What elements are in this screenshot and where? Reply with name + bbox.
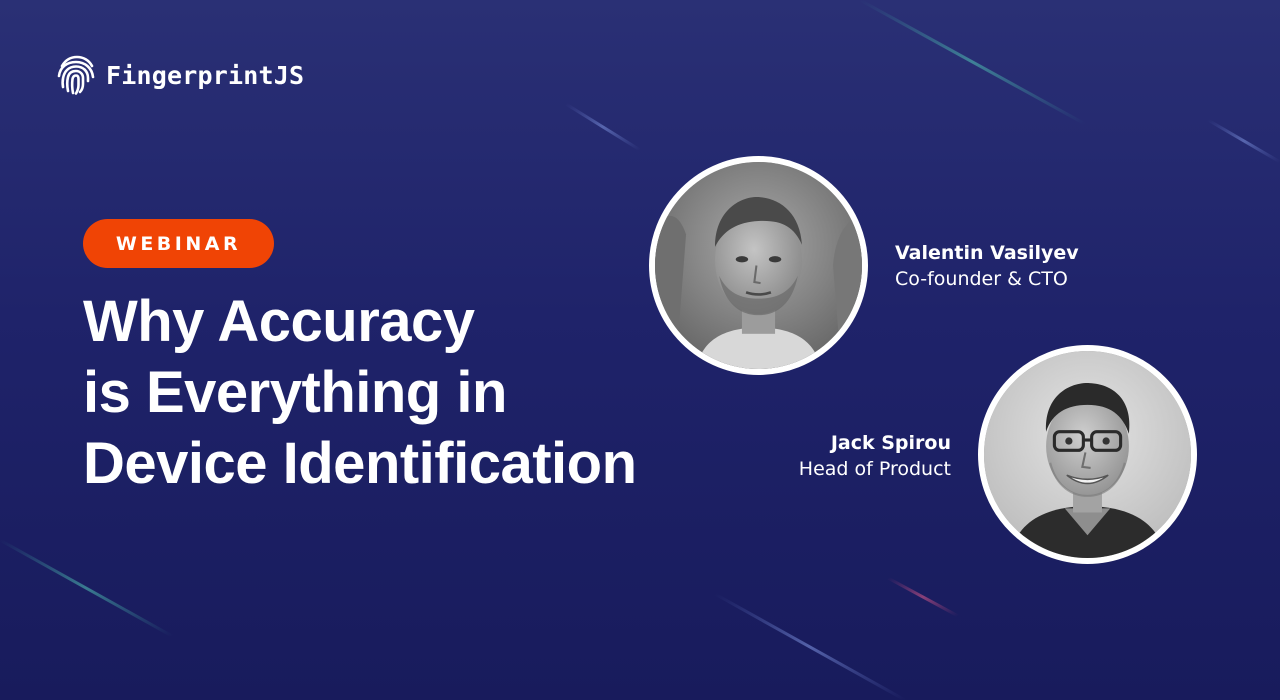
speaker-jack: Jack Spirou Head of Product — [799, 430, 951, 482]
speaker-role: Head of Product — [798, 458, 951, 480]
speaker-valentin: Valentin Vasilyev Co-founder & CTO — [895, 240, 1079, 292]
speaker-role: Co-founder & CTO — [895, 268, 1068, 290]
brand-name: FingerprintJS — [106, 60, 305, 90]
speaker-photo-jack — [978, 345, 1197, 564]
speaker-name: Jack Spirou — [830, 432, 951, 454]
title-line-3: Device Identification — [83, 431, 637, 496]
speaker-name: Valentin Vasilyev — [895, 242, 1079, 264]
title-line-1: Why Accuracy — [83, 289, 475, 354]
brand-logo: FingerprintJS — [56, 54, 304, 96]
webinar-title: Why Accuracy is Everything in Device Ide… — [83, 286, 703, 499]
fingerprint-icon — [57, 55, 95, 95]
speaker-photo-valentin — [649, 156, 868, 375]
title-line-2: is Everything in — [83, 360, 507, 425]
webinar-badge: WEBINAR — [83, 219, 274, 268]
